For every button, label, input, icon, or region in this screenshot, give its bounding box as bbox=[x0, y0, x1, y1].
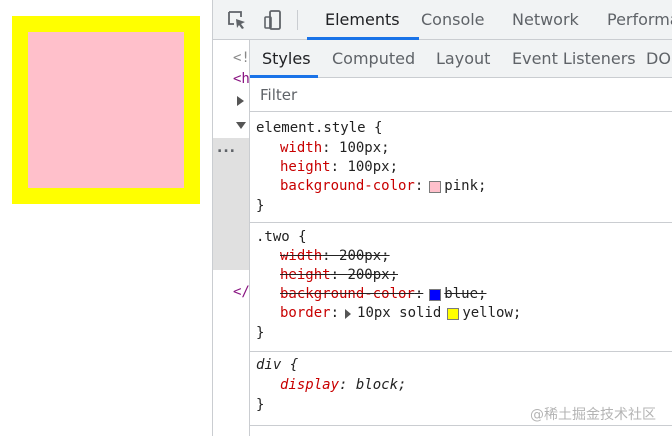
styles-subtabs: Styles Computed Layout Event Listeners D… bbox=[250, 40, 672, 78]
tab-network[interactable]: Network bbox=[512, 0, 579, 40]
rule-element-style: element.style { width: 100px; height: 10… bbox=[250, 116, 672, 223]
declaration-display: display: block; bbox=[280, 377, 407, 393]
property-value[interactable]: 100px; bbox=[347, 158, 398, 177]
property-name[interactable]: width bbox=[280, 248, 322, 264]
property-name[interactable]: border bbox=[280, 304, 331, 323]
devtools-panel: Elements Console Network Performa <! <h … bbox=[212, 0, 672, 436]
rule-selector[interactable]: element.style { bbox=[256, 119, 382, 138]
property-value[interactable]: 200px; bbox=[347, 267, 398, 283]
dom-node-menu-icon[interactable]: ... bbox=[217, 140, 236, 156]
declaration-height-overridden[interactable]: height: 200px; bbox=[280, 266, 398, 285]
property-name[interactable]: background-color bbox=[280, 177, 415, 196]
toolbar-divider bbox=[297, 10, 298, 30]
rule-selector: div { bbox=[256, 357, 299, 373]
tab-performance[interactable]: Performa bbox=[607, 0, 672, 40]
rule-close-brace: } bbox=[256, 198, 265, 214]
dom-closing-tag-fragment[interactable]: </ bbox=[233, 284, 250, 300]
rule-selector[interactable]: .two { bbox=[256, 228, 307, 247]
property-name[interactable]: height bbox=[280, 158, 331, 177]
property-name: display bbox=[280, 377, 340, 393]
declaration-background-color[interactable]: background-color: pink; bbox=[280, 177, 486, 196]
property-value[interactable]: 200px; bbox=[339, 248, 390, 264]
tab-dom-breakpoints[interactable]: DOI bbox=[646, 40, 672, 78]
expand-node-icon[interactable] bbox=[237, 96, 244, 106]
property-value-prefix[interactable]: 10px solid bbox=[357, 304, 441, 323]
property-name[interactable]: height bbox=[280, 267, 331, 283]
dom-html-fragment[interactable]: <h bbox=[233, 71, 250, 87]
devtools-main-toolbar: Elements Console Network Performa bbox=[213, 0, 672, 40]
collapse-node-icon[interactable] bbox=[236, 122, 246, 129]
dom-tree-panel: <! <h ... </ bbox=[213, 40, 250, 436]
dom-selected-gutter bbox=[213, 138, 249, 270]
tab-console[interactable]: Console bbox=[421, 0, 485, 40]
rule-close-brace: } bbox=[256, 397, 265, 413]
declaration-background-color-overridden[interactable]: background-color: blue; bbox=[280, 285, 486, 304]
rule-two: .two { width: 200px; height: 200px; back… bbox=[250, 226, 672, 352]
color-swatch-icon[interactable] bbox=[447, 307, 460, 320]
property-value: block; bbox=[355, 377, 407, 393]
property-value[interactable]: blue; bbox=[444, 285, 486, 304]
property-name[interactable]: background-color bbox=[280, 286, 415, 302]
property-value[interactable]: yellow; bbox=[462, 304, 521, 323]
tab-computed[interactable]: Computed bbox=[332, 40, 415, 78]
expand-shorthand-icon[interactable] bbox=[345, 308, 352, 319]
tab-styles[interactable]: Styles bbox=[262, 40, 311, 78]
declaration-height[interactable]: height: 100px; bbox=[280, 158, 398, 177]
inspect-element-icon[interactable] bbox=[225, 8, 249, 32]
preview-div-box bbox=[12, 16, 200, 204]
watermark: @稀土掘金技术社区 bbox=[530, 407, 656, 423]
rule-close-brace: } bbox=[256, 325, 265, 341]
tab-elements[interactable]: Elements bbox=[325, 0, 400, 40]
tab-layout[interactable]: Layout bbox=[436, 40, 490, 78]
property-value[interactable]: pink; bbox=[444, 177, 486, 196]
tab-event-listeners[interactable]: Event Listeners bbox=[512, 40, 636, 78]
color-swatch-icon[interactable] bbox=[429, 180, 442, 193]
dom-doctype-fragment[interactable]: <! bbox=[233, 50, 250, 66]
declaration-border[interactable]: border:10px solid yellow; bbox=[280, 304, 521, 323]
filter-input[interactable] bbox=[256, 82, 656, 108]
styles-pane: Styles Computed Layout Event Listeners D… bbox=[249, 40, 672, 436]
filter-bar bbox=[250, 78, 672, 112]
property-name[interactable]: width bbox=[280, 139, 322, 158]
color-swatch-icon[interactable] bbox=[429, 288, 442, 301]
declaration-width[interactable]: width: 100px; bbox=[280, 139, 390, 158]
declaration-width-overridden[interactable]: width: 200px; bbox=[280, 247, 390, 266]
device-toolbar-icon[interactable] bbox=[261, 8, 285, 32]
property-value[interactable]: 100px; bbox=[339, 139, 390, 158]
